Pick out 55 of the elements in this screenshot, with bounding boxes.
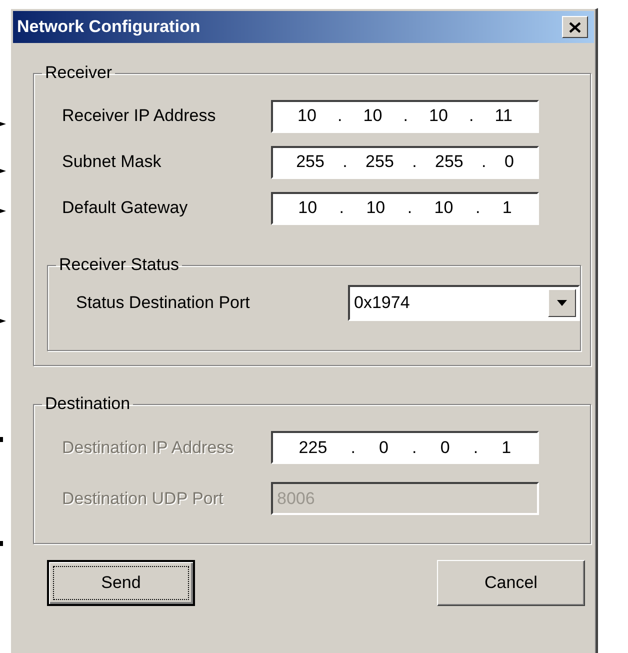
octet-text: 225 <box>298 438 328 458</box>
close-icon <box>569 22 581 32</box>
send-button[interactable]: Send <box>47 560 195 606</box>
arrowhead-icon <box>0 167 6 175</box>
octet-text: 10 <box>298 106 316 126</box>
octet-text: . <box>412 438 417 458</box>
arrowhead-icon <box>0 207 6 215</box>
ip-address-field[interactable]: 255 . 255 . 255 . 0 <box>271 146 539 178</box>
octet-text: . <box>339 198 344 218</box>
window-title: Network Configuration <box>17 17 200 37</box>
group-title: Destination <box>44 394 132 414</box>
dropdown-value: 0x1974 <box>354 293 410 313</box>
octet-text: . <box>412 152 417 172</box>
octet-text: 1 <box>502 198 512 218</box>
port-dropdown[interactable]: 0x1974 <box>348 285 580 321</box>
field-label: Default Gateway <box>61 198 189 218</box>
octet-text: 0 <box>504 152 514 172</box>
field-label: Destination UDP Port <box>61 488 224 508</box>
caret-icon <box>557 300 567 306</box>
ip-address-field[interactable]: 10 . 10 . 10 . 11 <box>271 100 539 132</box>
field-label: Destination IP Address <box>61 438 235 458</box>
cancel-button[interactable]: Cancel <box>437 560 585 606</box>
octet-text: . <box>403 106 408 126</box>
octet-text: 10 <box>366 198 386 218</box>
octet-text: . <box>473 438 478 458</box>
octet-text: . <box>475 198 480 218</box>
octet-text: 10 <box>298 198 318 218</box>
field-label: Receiver IP Address <box>61 106 217 126</box>
octet-text: 10 <box>429 106 448 126</box>
octet-text: . <box>482 152 486 172</box>
group-title: Receiver <box>44 63 114 83</box>
close-button[interactable] <box>562 16 588 38</box>
octet-text: . <box>350 438 356 458</box>
arrowhead-icon <box>0 120 6 128</box>
octet-text: . <box>468 106 474 126</box>
octet-text: 10 <box>363 106 382 126</box>
octet-text: 0 <box>440 438 450 458</box>
ip-address-field[interactable]: 10 . 10 . 10 . 1 <box>271 192 539 224</box>
octet-text: 11 <box>494 106 512 126</box>
field-label: Subnet Mask <box>61 152 162 172</box>
octet-text: 255 <box>434 152 464 172</box>
arrowhead-icon <box>0 317 6 325</box>
group-title: Receiver Status <box>58 255 180 275</box>
dropdown-button[interactable] <box>548 289 576 317</box>
octet-text: . <box>337 106 342 126</box>
octet-text: 1 <box>502 438 512 458</box>
tick-mark <box>0 437 3 442</box>
octet-text: 255 <box>296 152 324 172</box>
octet-text: 10 <box>434 198 454 218</box>
tick-mark <box>0 541 3 546</box>
octet-text: 255 <box>366 152 394 172</box>
octet-text: . <box>342 152 348 172</box>
octet-text: . <box>407 198 412 218</box>
field-label: Status Destination Port <box>75 293 251 313</box>
octet-text: 0 <box>379 438 388 458</box>
